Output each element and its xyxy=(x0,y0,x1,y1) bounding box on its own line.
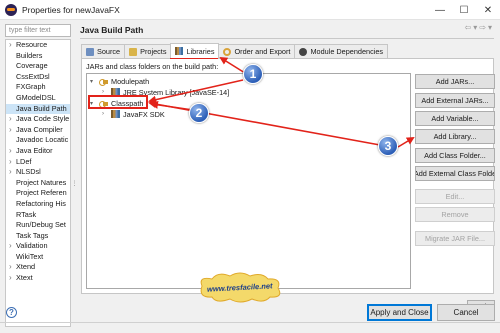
title-separator xyxy=(80,38,494,39)
nav-item-xtend[interactable]: Xtend xyxy=(6,262,70,273)
tree-node-label: JavaFX SDK xyxy=(123,109,165,119)
expand-chevron-icon[interactable]: › xyxy=(102,111,108,117)
back-arrow-icon[interactable]: ⇦ xyxy=(465,23,472,32)
tab-module-dependencies[interactable]: Module Dependencies xyxy=(294,44,389,58)
nav-item-nlsdsl[interactable]: NLSDsl xyxy=(6,167,70,178)
page-title: Java Build Path xyxy=(80,25,144,35)
nav-item-java-code-style[interactable]: Java Code Style xyxy=(6,114,70,125)
back-menu-chevron-icon[interactable]: ▾ xyxy=(473,23,477,32)
page-navigation: ⇦ ▾ ⇨ ▾ xyxy=(465,23,492,32)
projects-icon xyxy=(129,47,138,56)
tree-node-modulepath[interactable]: ▾ Modulepath xyxy=(90,76,149,86)
properties-nav-tree: ResourceBuildersCoverageCssExtDslFXGraph… xyxy=(5,39,71,327)
nav-item-java-editor[interactable]: Java Editor xyxy=(6,146,70,157)
remove-button[interactable]: Remove xyxy=(415,207,495,222)
tab-libraries[interactable]: Libraries xyxy=(170,43,220,58)
nav-item-java-build-path[interactable]: Java Build Path xyxy=(6,103,70,115)
eclipse-logo-icon xyxy=(5,3,17,16)
nav-item-refactoring-his[interactable]: Refactoring His xyxy=(6,199,70,210)
nav-item-validation[interactable]: Validation xyxy=(6,241,70,252)
nav-item-cssextdsl[interactable]: CssExtDsl xyxy=(6,72,70,83)
nav-item-wikitext[interactable]: WikiText xyxy=(6,252,70,263)
nav-item-run-debug-set[interactable]: Run/Debug Set xyxy=(6,220,70,231)
tab-label: Projects xyxy=(140,47,167,56)
tab-label: Module Dependencies xyxy=(310,47,384,56)
classpath-highlight xyxy=(88,95,148,109)
add-external-class-folder-button[interactable]: Add External Class Folde xyxy=(415,166,495,181)
tree-node-label: Modulepath xyxy=(111,76,150,86)
window-title: Properties for newJavaFX xyxy=(22,4,120,15)
modulepath-icon xyxy=(99,78,108,86)
library-icon xyxy=(111,110,120,118)
apply-and-close-button[interactable]: Apply and Close xyxy=(367,304,432,321)
tab-label: Libraries xyxy=(186,46,215,56)
tab-projects[interactable]: Projects xyxy=(124,44,172,58)
add-jars-button[interactable]: Add JARs... xyxy=(415,74,495,89)
forward-arrow-icon[interactable]: ⇨ xyxy=(479,23,486,32)
module-dependencies-icon xyxy=(299,47,308,56)
window-titlebar: Properties for newJavaFX — ☐ ✕ xyxy=(0,0,500,20)
add-external-jars-button[interactable]: Add External JARs... xyxy=(415,93,495,108)
minimize-button[interactable]: — xyxy=(428,0,452,20)
tab-source[interactable]: Source xyxy=(81,44,126,58)
nav-item-project-natures[interactable]: Project Natures xyxy=(6,178,70,189)
build-path-label: JARs and class folders on the build path… xyxy=(86,62,219,71)
filter-input[interactable]: type filter text xyxy=(5,24,71,37)
sash-handle[interactable]: ⋮ xyxy=(72,39,78,327)
nav-item-javadoc-locatic[interactable]: Javadoc Locatic xyxy=(6,135,70,146)
edit-button[interactable]: Edit... xyxy=(415,189,495,204)
nav-item-ldef[interactable]: LDef xyxy=(6,157,70,168)
nav-item-java-compiler[interactable]: Java Compiler xyxy=(6,125,70,136)
source-folder-icon xyxy=(86,47,94,56)
build-path-tabs: Source Projects Libraries Order and Expo… xyxy=(81,43,389,58)
libraries-icon xyxy=(175,47,184,55)
nav-item-rtask[interactable]: RTask xyxy=(6,210,70,221)
forward-menu-chevron-icon[interactable]: ▾ xyxy=(488,23,492,32)
callout-3: 3 xyxy=(378,136,398,156)
nav-item-builders[interactable]: Builders xyxy=(6,51,70,62)
callout-1: 1 xyxy=(243,64,263,84)
tab-label: Source xyxy=(97,47,121,56)
nav-item-xtext[interactable]: Xtext xyxy=(6,273,70,284)
cancel-button[interactable]: Cancel xyxy=(437,304,495,321)
nav-item-resource[interactable]: Resource xyxy=(6,40,70,51)
add-library-button[interactable]: Add Library... xyxy=(415,129,495,144)
order-export-icon xyxy=(223,47,232,56)
close-button[interactable]: ✕ xyxy=(476,0,500,20)
nav-item-gmodeldsl[interactable]: GModelDSL xyxy=(6,93,70,104)
callout-2: 2 xyxy=(189,103,209,123)
add-variable-button[interactable]: Add Variable... xyxy=(415,111,495,126)
collapse-chevron-icon[interactable]: ▾ xyxy=(90,78,96,85)
add-class-folder-button[interactable]: Add Class Folder... xyxy=(415,148,495,163)
nav-item-project-referen[interactable]: Project Referen xyxy=(6,188,70,199)
tab-label: Order and Export xyxy=(234,47,291,56)
bottom-separator xyxy=(0,322,500,323)
tree-node-javafx-sdk[interactable]: › JavaFX SDK xyxy=(102,109,165,119)
tab-order-and-export[interactable]: Order and Export xyxy=(218,44,296,58)
nav-item-task-tags[interactable]: Task Tags xyxy=(6,231,70,242)
help-icon[interactable]: ? xyxy=(6,307,17,318)
migrate-jar-button[interactable]: Migrate JAR File... xyxy=(415,231,495,246)
maximize-button[interactable]: ☐ xyxy=(452,0,476,20)
nav-item-coverage[interactable]: Coverage xyxy=(6,61,70,72)
window-controls: — ☐ ✕ xyxy=(428,0,500,20)
nav-item-fxgraph[interactable]: FXGraph xyxy=(6,82,70,93)
